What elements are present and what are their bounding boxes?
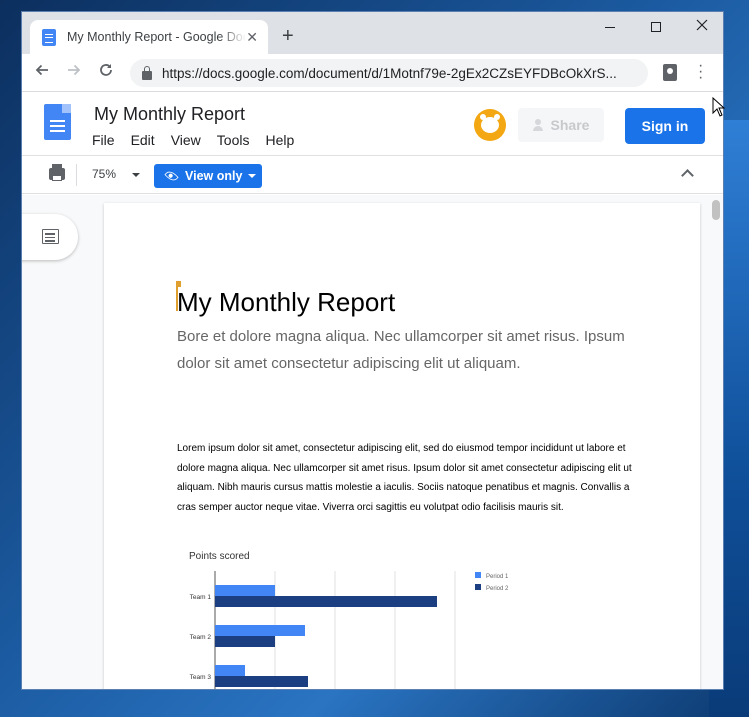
chevron-up-icon[interactable] — [681, 169, 694, 182]
docs-toolbar: 75% View only — [22, 156, 723, 194]
minimize-button[interactable] — [587, 18, 633, 34]
docs-menu-bar: File Edit View Tools Help — [92, 132, 310, 148]
tab-title: My Monthly Report - Google Docs — [67, 30, 247, 44]
toolbar-divider — [76, 164, 77, 186]
reload-icon[interactable] — [98, 62, 114, 78]
browser-tab[interactable]: My Monthly Report - Google Docs ✕ — [30, 20, 268, 54]
chart-bar — [215, 625, 305, 636]
document-page: My Monthly Report Bore et dolore magna a… — [104, 203, 700, 689]
docs-logo-icon[interactable] — [44, 104, 71, 140]
outline-button[interactable] — [22, 214, 78, 260]
tab-strip: My Monthly Report - Google Docs ✕ + — [22, 12, 723, 54]
close-window-button[interactable] — [679, 18, 723, 34]
view-only-button[interactable]: View only — [154, 164, 262, 188]
sign-in-button[interactable]: Sign in — [625, 108, 705, 144]
avatar[interactable] — [474, 109, 506, 141]
eye-icon — [164, 168, 179, 184]
menu-help[interactable]: Help — [265, 132, 302, 148]
chart-bar — [215, 585, 275, 596]
document-title: My Monthly Report — [94, 104, 246, 124]
menu-file[interactable]: File — [92, 132, 123, 148]
chart-bar — [215, 596, 437, 607]
document-canvas: My Monthly Report Bore et dolore magna a… — [22, 195, 723, 689]
extension-icon[interactable] — [663, 64, 677, 81]
zoom-caret-icon[interactable] — [132, 173, 140, 177]
document-heading: My Monthly Report — [177, 287, 396, 317]
share-label: Share — [550, 117, 590, 133]
forward-arrow-icon[interactable] — [66, 62, 82, 78]
share-button[interactable]: Share — [518, 108, 604, 142]
docs-favicon-icon — [42, 28, 56, 46]
menu-edit[interactable]: Edit — [131, 132, 163, 148]
print-icon[interactable] — [49, 164, 65, 181]
close-icon — [696, 19, 708, 31]
chart-title: Points scored — [189, 551, 250, 562]
tab-close-icon[interactable]: ✕ — [246, 29, 258, 46]
bear-icon — [480, 114, 500, 133]
points-chart: Points scored Team 1 Team 2 Team 3 Period 1 P… — [189, 551, 509, 689]
chart-category-label: Team 1 — [190, 594, 212, 601]
chart-category-label: Team 2 — [190, 634, 212, 641]
lock-icon — [142, 65, 152, 80]
outline-icon — [42, 229, 59, 244]
caret-down-icon — [248, 174, 257, 178]
minimize-icon — [605, 26, 615, 28]
maximize-button[interactable] — [633, 18, 679, 34]
legend-label: Period 1 — [486, 574, 509, 580]
zoom-select[interactable]: 75% — [92, 167, 116, 181]
person-icon — [532, 119, 543, 131]
docs-header: My Monthly Report File Edit View Tools H… — [22, 92, 723, 156]
chart-bar — [215, 676, 308, 687]
legend-swatch — [475, 584, 481, 590]
menu-view[interactable]: View — [171, 132, 209, 148]
document-body: Lorem ipsum dolor sit amet, consectetur … — [177, 443, 632, 513]
chart-bar — [215, 636, 275, 647]
legend-swatch — [475, 572, 481, 578]
scrollbar-thumb[interactable] — [712, 200, 720, 220]
back-arrow-icon[interactable] — [34, 62, 50, 78]
menu-tools[interactable]: Tools — [217, 132, 258, 148]
maximize-icon — [651, 22, 661, 33]
chart-category-label: Team 3 — [190, 674, 212, 681]
url-text: https://docs.google.com/document/d/1Motn… — [162, 65, 617, 81]
view-only-label: View only — [185, 169, 243, 183]
legend-label: Period 2 — [486, 586, 509, 592]
new-tab-button[interactable]: + — [282, 25, 294, 48]
chart-bar — [215, 665, 245, 676]
mouse-cursor-icon — [712, 97, 726, 117]
browser-toolbar: https://docs.google.com/document/d/1Motn… — [22, 54, 723, 92]
browser-window: My Monthly Report - Google Docs ✕ + http… — [21, 11, 724, 690]
document-subtitle: Bore et dolore magna aliqua. Nec ullamco… — [177, 328, 625, 372]
address-bar[interactable]: https://docs.google.com/document/d/1Motn… — [130, 59, 648, 87]
browser-menu-icon[interactable]: · · · — [698, 58, 703, 86]
